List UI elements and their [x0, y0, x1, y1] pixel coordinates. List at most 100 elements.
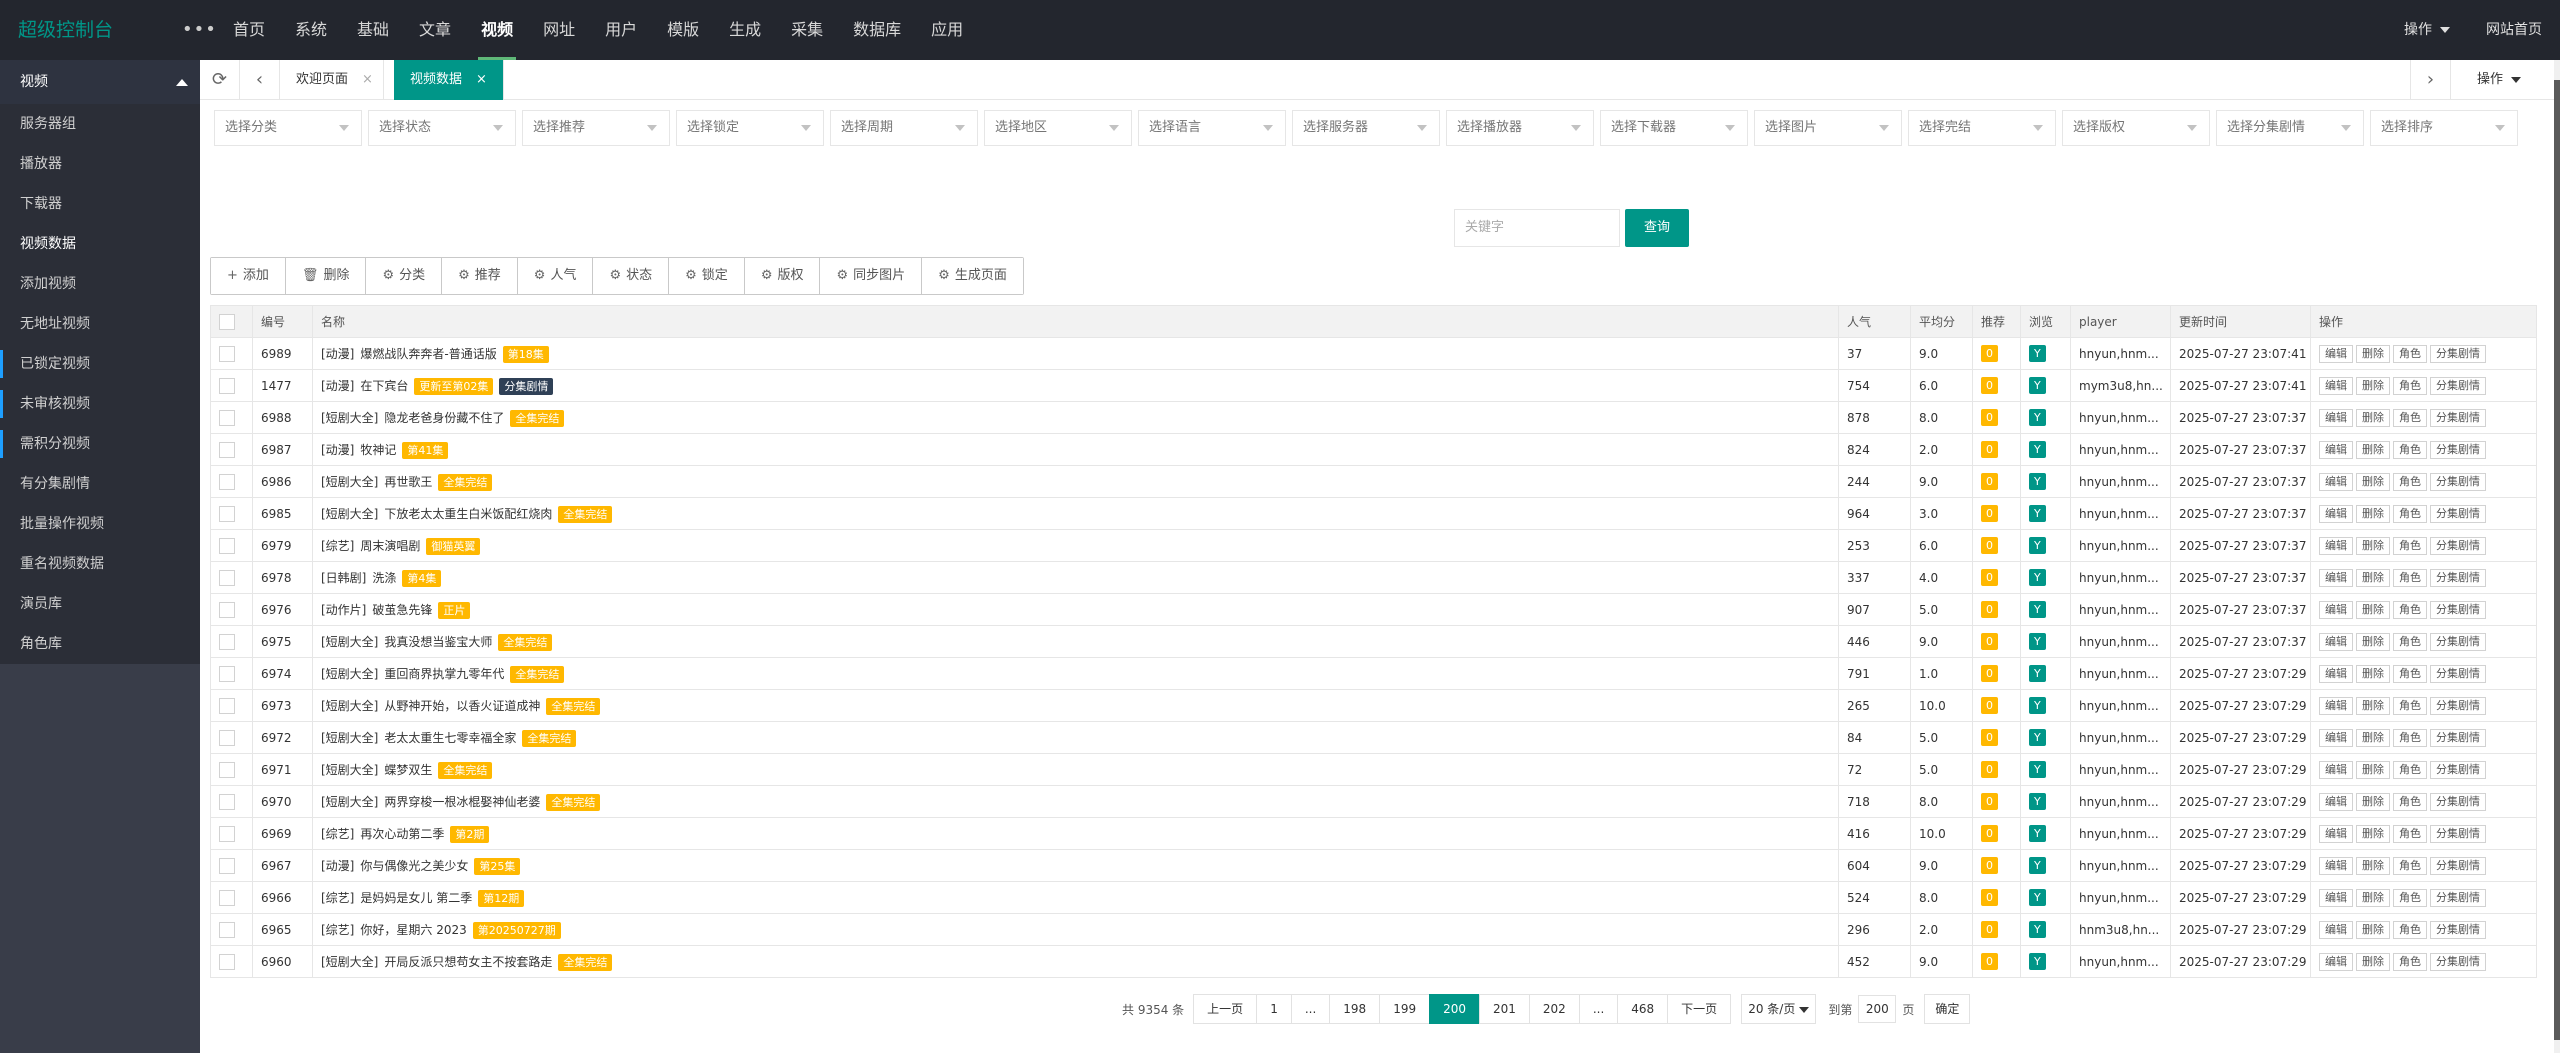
filter-select[interactable]: 选择下载器 [1600, 110, 1748, 146]
row-op-button[interactable]: 分集剧情 [2430, 728, 2486, 747]
row-browse-badge[interactable]: Y [2029, 505, 2046, 522]
tab-ops-menu[interactable]: 操作 [2450, 60, 2560, 100]
row-checkbox[interactable] [219, 473, 235, 490]
row-name-link[interactable]: 隐龙老爸身份藏不住了 [384, 411, 504, 425]
row-name-link[interactable]: 周末演唱剧 [360, 539, 420, 553]
filter-select[interactable]: 选择版权 [2062, 110, 2210, 146]
pager-size-select[interactable]: 20 条/页 [1741, 994, 1817, 1024]
row-op-button[interactable]: 删除 [2356, 376, 2390, 395]
row-name-link[interactable]: 重回商界执掌九零年代 [384, 667, 504, 681]
row-op-button[interactable]: 角色 [2393, 856, 2427, 875]
filter-select[interactable]: 选择排序 [2370, 110, 2518, 146]
toolbar-button[interactable]: ⚙ 版权 [744, 258, 821, 294]
row-op-button[interactable]: 删除 [2356, 664, 2390, 683]
row-browse-badge[interactable]: Y [2029, 345, 2046, 362]
app-logo[interactable]: 超级控制台 [18, 0, 113, 60]
row-checkbox[interactable] [219, 665, 235, 682]
row-recommend-badge[interactable]: 0 [1981, 409, 1998, 426]
row-recommend-badge[interactable]: 0 [1981, 537, 1998, 554]
table-row[interactable]: 6988 [短剧大全] 隐龙老爸身份藏不住了 全集完结 878 8.0 0 Yhnyun,hn… [210, 401, 2537, 434]
row-op-button[interactable]: 编辑 [2319, 536, 2353, 555]
top-nav-item[interactable]: 文章 [404, 0, 466, 60]
row-op-button[interactable]: 编辑 [2319, 472, 2353, 491]
pager-prev-button[interactable]: 上一页 [1193, 994, 1258, 1024]
row-browse-badge[interactable]: Y [2029, 537, 2046, 554]
table-row[interactable]: 6986 [短剧大全] 再世歌王 全集完结 244 9.0 0 Yhnyun,hnm... 20… [210, 465, 2537, 498]
row-recommend-badge[interactable]: 0 [1981, 473, 1998, 490]
sidebar-item[interactable]: 角色库 [0, 624, 200, 664]
row-recommend-badge[interactable]: 0 [1981, 921, 1998, 938]
row-name-link[interactable]: 下放老太太重生白米饭配红烧肉 [384, 507, 552, 521]
refresh-icon[interactable]: ⟳ [200, 60, 240, 100]
row-op-button[interactable]: 编辑 [2319, 792, 2353, 811]
row-op-button[interactable]: 编辑 [2319, 952, 2353, 971]
top-nav-item[interactable]: 应用 [916, 0, 978, 60]
row-recommend-badge[interactable]: 0 [1981, 665, 1998, 682]
row-op-button[interactable]: 分集剧情 [2430, 696, 2486, 715]
row-op-button[interactable]: 编辑 [2319, 728, 2353, 747]
row-op-button[interactable]: 分集剧情 [2430, 536, 2486, 555]
row-op-button[interactable]: 分集剧情 [2430, 600, 2486, 619]
row-name-link[interactable]: 是妈妈是女儿 第二季 [360, 891, 472, 905]
sidebar-item[interactable]: 演员库 [0, 584, 200, 624]
sidebar-item[interactable]: 服务器组 [0, 104, 200, 144]
row-recommend-badge[interactable]: 0 [1981, 729, 1998, 746]
sidebar-toggle-icon[interactable]: ••• [182, 0, 217, 60]
row-op-button[interactable]: 角色 [2393, 600, 2427, 619]
row-op-button[interactable]: 分集剧情 [2430, 824, 2486, 843]
row-op-button[interactable]: 角色 [2393, 472, 2427, 491]
site-home-link[interactable]: 网站首页 [2468, 0, 2560, 60]
pager-page[interactable]: 468 [1617, 994, 1669, 1024]
row-recommend-badge[interactable]: 0 [1981, 857, 1998, 874]
close-icon[interactable]: × [476, 72, 487, 87]
row-op-button[interactable]: 编辑 [2319, 344, 2353, 363]
row-recommend-badge[interactable]: 0 [1981, 953, 1998, 970]
table-row[interactable]: 6960 [短剧大全] 开局反派只想苟女主不按套路走 全集完结 452 9.0 0 Yhnyu… [210, 945, 2537, 978]
filter-select[interactable]: 选择锁定 [676, 110, 824, 146]
row-browse-badge[interactable]: Y [2029, 761, 2046, 778]
table-row[interactable]: 6966 [综艺] 是妈妈是女儿 第二季 第12期 524 8.0 0 Yhnyun,hnm.… [210, 881, 2537, 914]
row-checkbox[interactable] [219, 377, 235, 394]
scrollbar-thumb[interactable] [2554, 80, 2560, 1040]
row-op-button[interactable]: 角色 [2393, 664, 2427, 683]
row-op-button[interactable]: 编辑 [2319, 408, 2353, 427]
table-row[interactable]: 6985 [短剧大全] 下放老太太重生白米饭配红烧肉 全集完结 964 3.0 0 Yhnyu… [210, 497, 2537, 530]
top-nav-item[interactable]: 生成 [714, 0, 776, 60]
pager-page[interactable]: 200 [1429, 994, 1480, 1024]
row-op-button[interactable]: 角色 [2393, 824, 2427, 843]
row-checkbox[interactable] [219, 793, 235, 810]
filter-select[interactable]: 选择完结 [1908, 110, 2056, 146]
row-browse-badge[interactable]: Y [2029, 953, 2046, 970]
pager-page[interactable]: 202 [1528, 994, 1580, 1024]
pager-page[interactable]: 198 [1329, 994, 1381, 1024]
select-all-checkbox[interactable] [219, 313, 235, 330]
row-op-button[interactable]: 角色 [2393, 888, 2427, 907]
row-op-button[interactable]: 删除 [2356, 728, 2390, 747]
row-op-button[interactable]: 编辑 [2319, 696, 2353, 715]
toolbar-button[interactable]: ⚙ 生成页面 [922, 258, 1023, 294]
top-nav-item[interactable]: 系统 [280, 0, 342, 60]
table-row[interactable]: 1477 [动漫] 在下宾台 更新至第02集 分集剧情 754 6.0 0 Ymym3u8,hn… [210, 369, 2537, 402]
row-recommend-badge[interactable]: 0 [1981, 761, 1998, 778]
row-browse-badge[interactable]: Y [2029, 409, 2046, 426]
row-checkbox[interactable] [219, 857, 235, 874]
row-op-button[interactable]: 编辑 [2319, 504, 2353, 523]
row-recommend-badge[interactable]: 0 [1981, 793, 1998, 810]
row-browse-badge[interactable]: Y [2029, 665, 2046, 682]
row-op-button[interactable]: 角色 [2393, 632, 2427, 651]
row-op-button[interactable]: 分集剧情 [2430, 920, 2486, 939]
row-name-link[interactable]: 从野神开始，以香火证道成神 [384, 699, 540, 713]
row-op-button[interactable]: 编辑 [2319, 664, 2353, 683]
row-op-button[interactable]: 分集剧情 [2430, 472, 2486, 491]
pager-page[interactable]: 199 [1379, 994, 1431, 1024]
row-recommend-badge[interactable]: 0 [1981, 505, 1998, 522]
chevron-right-icon[interactable]: › [2410, 60, 2450, 100]
sidebar-item[interactable]: 播放器 [0, 144, 200, 184]
row-checkbox[interactable] [219, 633, 235, 650]
row-op-button[interactable]: 编辑 [2319, 568, 2353, 587]
row-name-link[interactable]: 两界穿梭一根冰棍娶神仙老婆 [384, 795, 540, 809]
filter-select[interactable]: 选择周期 [830, 110, 978, 146]
top-nav-item[interactable]: 视频 [466, 0, 528, 60]
row-browse-badge[interactable]: Y [2029, 601, 2046, 618]
pager-page[interactable]: 201 [1479, 994, 1530, 1024]
